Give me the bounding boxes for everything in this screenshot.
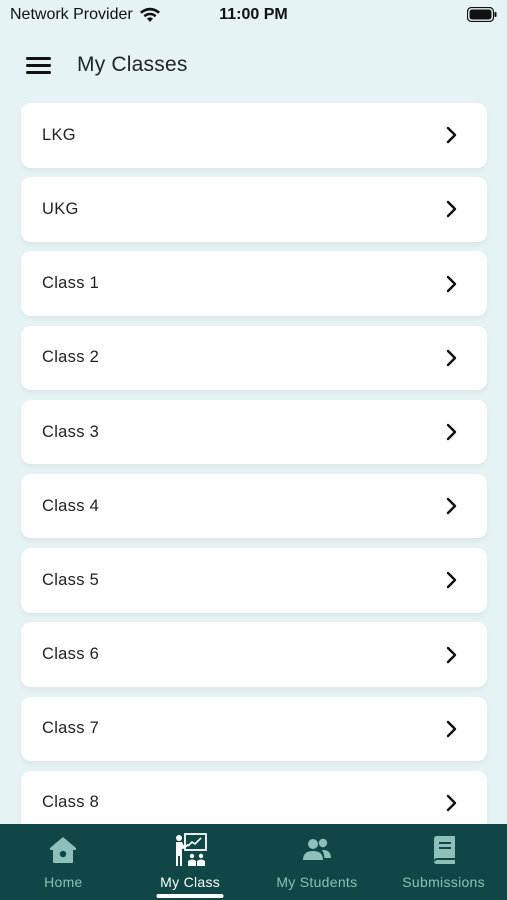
chevron-right-icon — [446, 720, 457, 737]
nav-home[interactable]: Home — [0, 824, 127, 900]
class-item-lkg[interactable]: LKG — [21, 103, 487, 168]
active-tab-indicator — [156, 894, 224, 898]
nav-submissions-label: Submissions — [402, 874, 485, 890]
class-item-2[interactable]: Class 2 — [21, 325, 487, 391]
book-icon — [433, 836, 455, 864]
nav-my-students[interactable]: My Students — [254, 824, 381, 900]
class-label: Class 8 — [42, 793, 100, 812]
class-label: LKG — [42, 125, 76, 144]
chevron-right-icon — [446, 275, 457, 292]
class-item-1[interactable]: Class 1 — [21, 251, 487, 316]
app-header: My Classes — [0, 40, 507, 92]
battery-icon — [467, 7, 497, 22]
bottom-nav: Home My Class My Students Submissions — [0, 824, 507, 900]
students-icon — [302, 838, 331, 860]
chevron-right-icon — [446, 497, 457, 515]
class-item-4[interactable]: Class 4 — [21, 473, 487, 539]
page-title: My Classes — [77, 53, 188, 76]
chevron-right-icon — [446, 349, 457, 367]
class-item-ukg[interactable]: UKG — [21, 177, 487, 242]
class-label: Class 2 — [42, 348, 100, 367]
nav-my-students-label: My Students — [276, 874, 358, 890]
class-item-3[interactable]: Class 3 — [21, 399, 487, 465]
chevron-right-icon — [446, 572, 457, 589]
class-label: Class 6 — [42, 645, 100, 664]
chevron-right-icon — [446, 201, 457, 218]
class-item-7[interactable]: Class 7 — [21, 696, 487, 761]
class-item-5[interactable]: Class 5 — [21, 548, 487, 613]
class-label: Class 3 — [42, 422, 100, 441]
chevron-right-icon — [446, 423, 457, 441]
nav-submissions[interactable]: Submissions — [380, 824, 507, 900]
class-label: Class 1 — [42, 274, 100, 293]
teacher-board-icon — [176, 833, 208, 866]
nav-my-class[interactable]: My Class — [127, 824, 254, 900]
chevron-right-icon — [446, 646, 457, 663]
class-label: Class 7 — [42, 719, 100, 738]
class-label: Class 5 — [42, 570, 100, 589]
nav-my-class-label: My Class — [160, 874, 221, 890]
class-item-6[interactable]: Class 6 — [21, 622, 487, 687]
class-label: Class 4 — [42, 496, 100, 515]
chevron-right-icon — [446, 127, 457, 144]
class-label: UKG — [42, 199, 79, 218]
status-bar: Network Provider 11:00 PM — [0, 0, 507, 32]
hamburger-menu-icon[interactable] — [26, 54, 52, 76]
chevron-right-icon — [446, 794, 457, 812]
status-time: 11:00 PM — [219, 6, 288, 23]
nav-home-label: Home — [44, 874, 83, 890]
home-icon — [50, 837, 77, 863]
class-list: LKG UKG Class 1 Class 2 Class 3 Class 4 … — [21, 103, 487, 836]
